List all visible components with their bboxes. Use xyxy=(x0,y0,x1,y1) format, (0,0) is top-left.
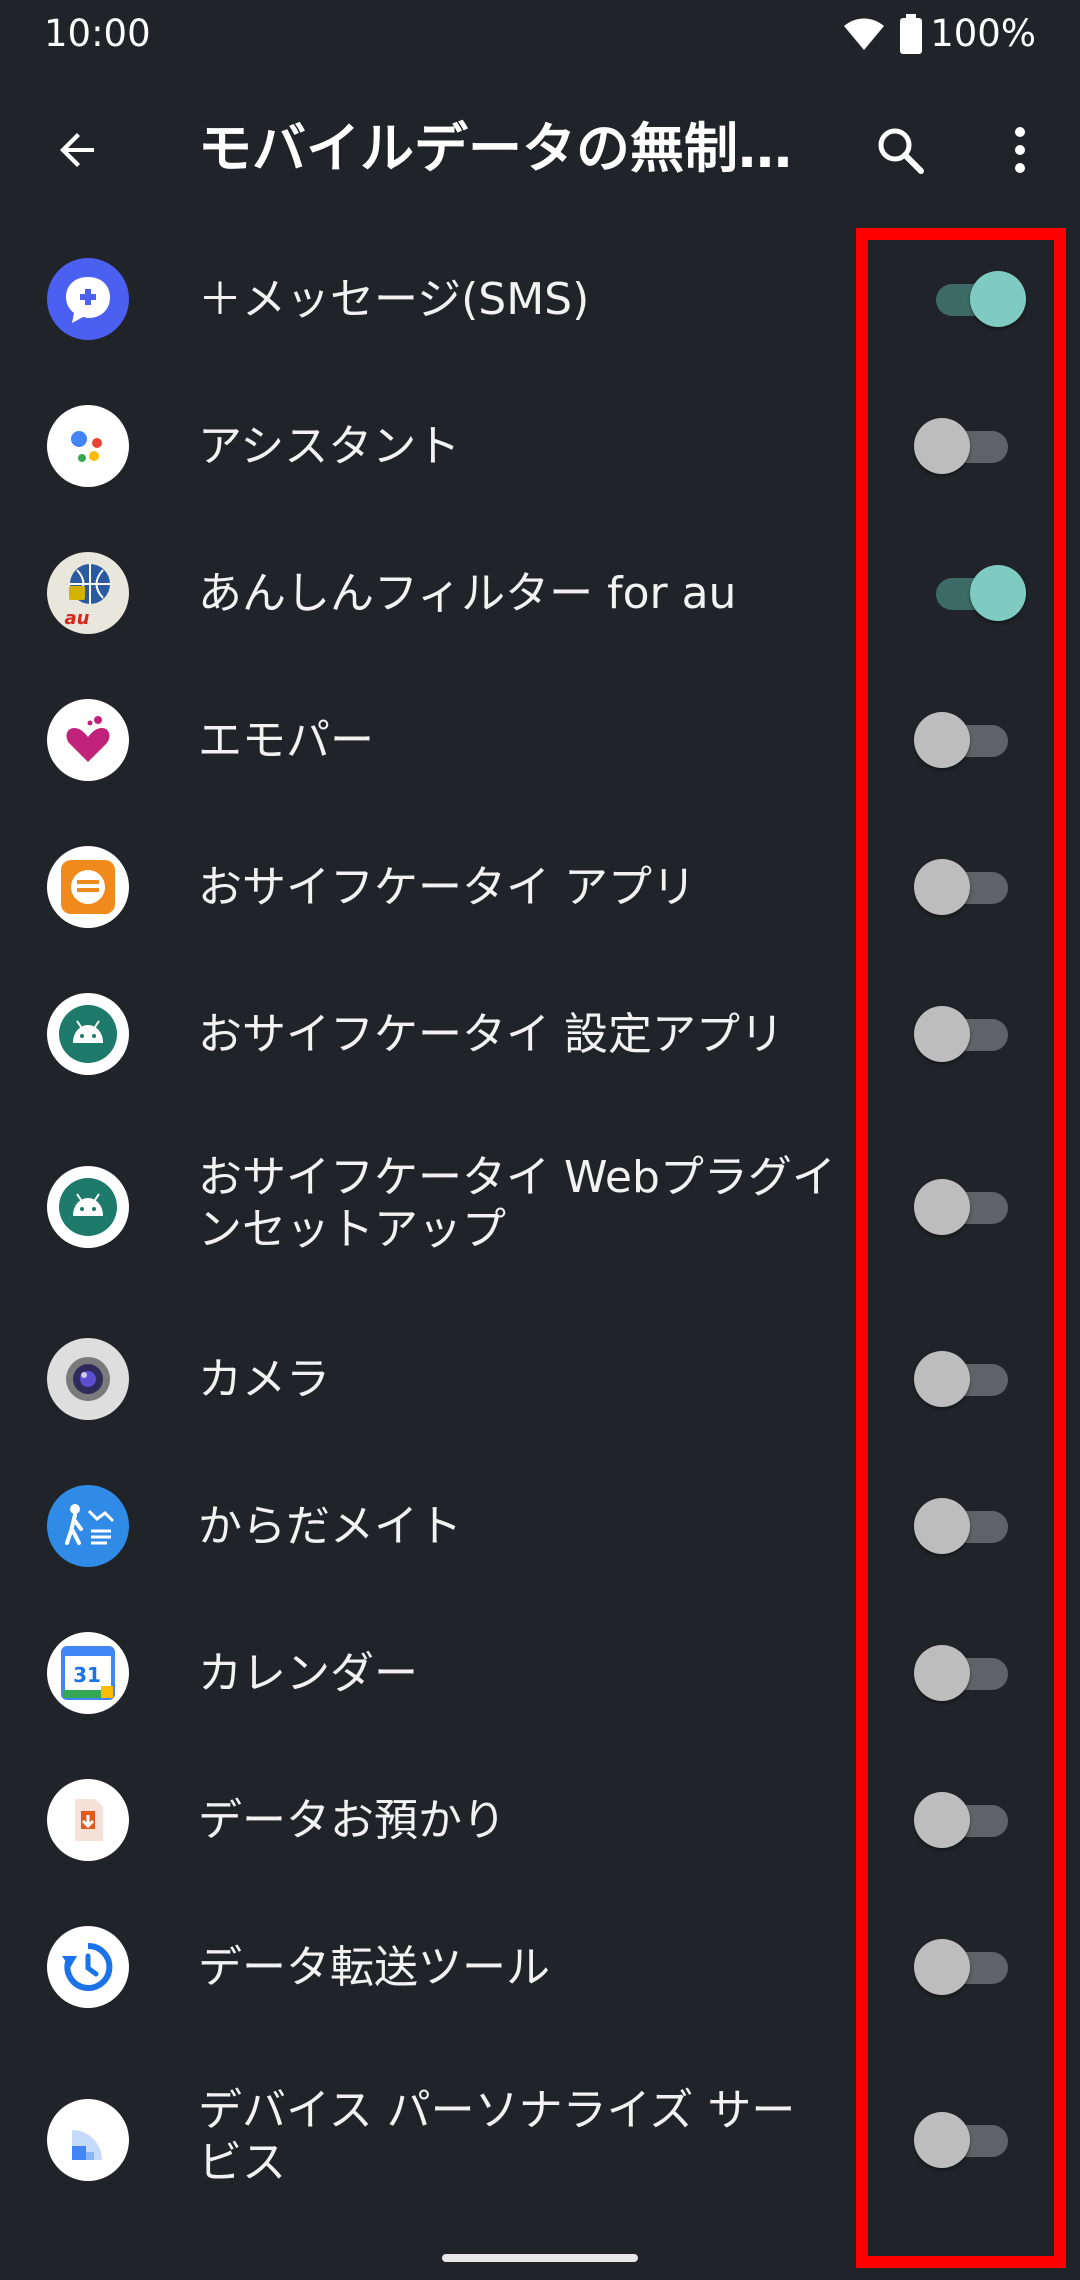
calendar-icon-text: 31 xyxy=(73,1663,101,1687)
data-toggle[interactable] xyxy=(914,1792,1010,1848)
emopa-heart-icon xyxy=(47,699,129,781)
app-label: カメラ xyxy=(198,1354,330,1405)
more-vert-icon xyxy=(1015,127,1025,173)
app-label: エモパー xyxy=(198,715,374,766)
data-azukari-icon xyxy=(47,1779,129,1861)
app-label: デバイス パーソナライズ サービス xyxy=(198,2085,796,2188)
data-toggle[interactable] xyxy=(914,1939,1010,1995)
data-toggle[interactable] xyxy=(914,565,1026,621)
data-toggle[interactable] xyxy=(914,1006,1010,1062)
status-time: 10:00 xyxy=(44,12,151,55)
app-label: おサイフケータイ アプリ xyxy=(198,862,696,913)
status-icons: 100% xyxy=(842,12,1036,55)
list-item[interactable]: アシスタント xyxy=(0,373,1080,520)
app-label: アシスタント xyxy=(198,421,461,472)
battery-icon xyxy=(900,13,923,54)
app-label: あんしんフィルター for au xyxy=(198,568,737,619)
arrow-back-icon xyxy=(60,133,94,167)
data-toggle[interactable] xyxy=(914,859,1010,915)
svg-text:au: au xyxy=(65,608,90,629)
data-toggle[interactable] xyxy=(914,1351,1010,1407)
list-item[interactable]: おサイフケータイ アプリ xyxy=(0,814,1080,961)
app-label: ＋メッセージ(SMS) xyxy=(198,274,590,325)
list-item[interactable]: 31 カレンダー xyxy=(0,1600,1080,1747)
list-item[interactable]: エモパー xyxy=(0,667,1080,814)
osaifu-keitai-icon xyxy=(47,846,129,928)
search-button[interactable] xyxy=(862,112,938,188)
app-bar: モバイルデータの無制… xyxy=(0,72,1080,226)
list-item[interactable]: ＋メッセージ(SMS) xyxy=(0,226,1080,373)
app-label: データ転送ツール xyxy=(198,1942,550,1993)
plus-message-icon xyxy=(47,258,129,340)
data-toggle[interactable] xyxy=(914,1179,1010,1235)
gesture-nav-bar[interactable] xyxy=(442,2254,638,2262)
data-toggle[interactable] xyxy=(914,1498,1010,1554)
status-bar: 10:00 100% xyxy=(0,0,1080,72)
karada-mate-icon xyxy=(47,1485,129,1567)
list-item[interactable]: データお預かり xyxy=(0,1747,1080,1894)
data-toggle[interactable] xyxy=(914,2112,1010,2168)
list-item[interactable]: デバイス パーソナライズ サービス xyxy=(0,2041,1080,2239)
app-label: カレンダー xyxy=(198,1648,418,1699)
android-icon xyxy=(47,1166,129,1248)
list-item[interactable]: からだメイト xyxy=(0,1453,1080,1600)
data-toggle[interactable] xyxy=(914,418,1010,474)
google-assistant-icon xyxy=(47,405,129,487)
device-personalization-icon xyxy=(47,2099,129,2181)
app-label: おサイフケータイ 設定アプリ xyxy=(198,1009,784,1060)
list-item[interactable]: データ転送ツール xyxy=(0,1894,1080,2041)
data-transfer-icon xyxy=(47,1926,129,2008)
more-options-button[interactable] xyxy=(982,112,1058,188)
calendar-icon: 31 xyxy=(47,1632,129,1714)
android-icon xyxy=(47,993,129,1075)
list-item[interactable]: おサイフケータイ 設定アプリ xyxy=(0,961,1080,1108)
list-item[interactable]: おサイフケータイ Webプラグインセットアップ xyxy=(0,1108,1080,1306)
wifi-icon xyxy=(844,18,885,50)
camera-icon xyxy=(47,1338,129,1420)
page-title: モバイルデータの無制… xyxy=(198,117,792,180)
data-toggle[interactable] xyxy=(914,271,1026,327)
battery-percent: 100% xyxy=(930,12,1036,55)
search-icon xyxy=(878,128,924,174)
list-item[interactable]: au あんしんフィルター for au xyxy=(0,520,1080,667)
data-toggle[interactable] xyxy=(914,712,1010,768)
anshin-filter-icon: au xyxy=(47,552,129,634)
app-label: データお預かり xyxy=(198,1795,506,1846)
app-label: おサイフケータイ Webプラグインセットアップ xyxy=(198,1152,836,1255)
list-item[interactable]: カメラ xyxy=(0,1306,1080,1453)
data-toggle[interactable] xyxy=(914,1645,1010,1701)
app-label: からだメイト xyxy=(198,1501,462,1552)
back-button[interactable] xyxy=(40,112,116,188)
app-list: ＋メッセージ(SMS) アシスタント au あんしんフィルター for au エ… xyxy=(0,226,1080,2239)
